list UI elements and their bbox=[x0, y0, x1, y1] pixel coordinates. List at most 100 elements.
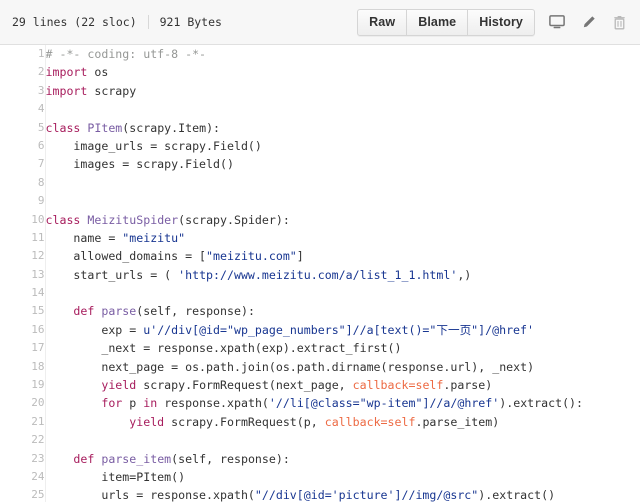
line-number[interactable]: 6 bbox=[0, 137, 45, 155]
code-token: scrapy.Spider bbox=[185, 213, 276, 227]
line-number[interactable]: 11 bbox=[0, 229, 45, 247]
code-token: "//div[@id='picture']//img/@src" bbox=[255, 488, 478, 502]
code-token: yield bbox=[101, 378, 136, 392]
line-number[interactable]: 12 bbox=[0, 247, 45, 265]
line-number[interactable]: 4 bbox=[0, 100, 45, 118]
meta-divider bbox=[148, 15, 149, 29]
code-token: next_page = os.path.join(os.path.dirname… bbox=[46, 360, 535, 374]
line-count-label: 29 lines (22 sloc) bbox=[12, 15, 137, 29]
icon-action-group bbox=[548, 13, 628, 31]
code-token: exp = bbox=[46, 323, 144, 337]
pencil-icon[interactable] bbox=[579, 13, 597, 31]
code-line: item=PItem() bbox=[46, 468, 640, 486]
line-number[interactable]: 10 bbox=[0, 211, 45, 229]
code-line: def parse(self, response): bbox=[46, 302, 640, 320]
code-line: images = scrapy.Field() bbox=[46, 155, 640, 173]
code-token: (self, response): bbox=[136, 304, 255, 318]
code-line: # -*- coding: utf-8 -*- bbox=[46, 45, 640, 63]
code-token: image_urls = scrapy.Field() bbox=[46, 139, 262, 153]
line-number[interactable]: 19 bbox=[0, 376, 45, 394]
code-line bbox=[46, 174, 640, 192]
code-line: class PItem(scrapy.Item): bbox=[46, 119, 640, 137]
code-line: image_urls = scrapy.Field() bbox=[46, 137, 640, 155]
code-token: name = bbox=[46, 231, 123, 245]
code-token: def bbox=[73, 452, 94, 466]
line-number[interactable]: 2 bbox=[0, 63, 45, 81]
code-token: ).extract(): bbox=[499, 396, 583, 410]
code-token: item=PItem() bbox=[46, 470, 186, 484]
code-line: allowed_domains = ["meizitu.com"] bbox=[46, 247, 640, 265]
code-token: scrapy bbox=[87, 84, 136, 98]
line-number[interactable]: 18 bbox=[0, 358, 45, 376]
code-token: "meizitu" bbox=[122, 231, 185, 245]
code-token: MeizituSpider bbox=[87, 213, 178, 227]
code-token: .parse) bbox=[443, 378, 492, 392]
file-header-bar: 29 lines (22 sloc) 921 Bytes Raw Blame H… bbox=[0, 0, 640, 45]
code-token: def bbox=[73, 304, 94, 318]
code-line bbox=[46, 100, 640, 118]
line-number[interactable]: 16 bbox=[0, 321, 45, 339]
line-number[interactable]: 1 bbox=[0, 45, 45, 63]
code-token: 'http://www.meizitu.com/a/list_1_1.html' bbox=[178, 268, 457, 282]
code-token bbox=[46, 304, 74, 318]
code-line: for p in response.xpath('//li[@class="wp… bbox=[46, 394, 640, 412]
line-number[interactable]: 22 bbox=[0, 431, 45, 449]
code-token: yield bbox=[129, 415, 164, 429]
header-actions: Raw Blame History bbox=[357, 9, 628, 36]
line-number[interactable]: 9 bbox=[0, 192, 45, 210]
code-token: ,) bbox=[457, 268, 471, 282]
trash-icon[interactable] bbox=[610, 13, 628, 31]
code-token: callback=self bbox=[353, 378, 444, 392]
code-content[interactable]: # -*- coding: utf-8 -*-import osimport s… bbox=[45, 45, 640, 502]
line-number[interactable]: 15 bbox=[0, 302, 45, 320]
code-token: import bbox=[46, 84, 88, 98]
code-token: scrapy.Item bbox=[129, 121, 206, 135]
code-token: p bbox=[122, 396, 143, 410]
code-token: "meizitu.com" bbox=[206, 249, 297, 263]
history-button[interactable]: History bbox=[467, 10, 534, 35]
line-number[interactable]: 8 bbox=[0, 174, 45, 192]
line-number[interactable]: 17 bbox=[0, 339, 45, 357]
code-blob[interactable]: 1234567891011121314151617181920212223242… bbox=[0, 45, 640, 502]
code-token: callback=self bbox=[325, 415, 416, 429]
code-line: next_page = os.path.join(os.path.dirname… bbox=[46, 358, 640, 376]
blame-button[interactable]: Blame bbox=[406, 10, 467, 35]
code-token: import bbox=[46, 65, 88, 79]
code-token: ): bbox=[206, 121, 220, 135]
code-token: in bbox=[143, 396, 157, 410]
file-meta: 29 lines (22 sloc) 921 Bytes bbox=[12, 15, 222, 29]
code-line: import scrapy bbox=[46, 82, 640, 100]
line-number[interactable]: 23 bbox=[0, 450, 45, 468]
file-size-label: 921 Bytes bbox=[160, 15, 222, 29]
line-number[interactable]: 21 bbox=[0, 413, 45, 431]
code-line: start_urls = ( 'http://www.meizitu.com/a… bbox=[46, 266, 640, 284]
code-token: # -*- coding: utf-8 -*- bbox=[46, 47, 207, 61]
line-number-gutter[interactable]: 1234567891011121314151617181920212223242… bbox=[0, 45, 45, 502]
code-line: yield scrapy.FormRequest(p, callback=sel… bbox=[46, 413, 640, 431]
line-number[interactable]: 25 bbox=[0, 486, 45, 502]
code-token: images = scrapy.Field() bbox=[46, 157, 234, 171]
code-token: ] bbox=[297, 249, 304, 263]
code-line: name = "meizitu" bbox=[46, 229, 640, 247]
raw-button[interactable]: Raw bbox=[358, 10, 406, 35]
code-token: class bbox=[46, 121, 81, 135]
code-token: PItem bbox=[87, 121, 122, 135]
line-number[interactable]: 14 bbox=[0, 284, 45, 302]
line-number[interactable]: 5 bbox=[0, 119, 45, 137]
code-token: for bbox=[101, 396, 122, 410]
code-line bbox=[46, 431, 640, 449]
line-number[interactable]: 7 bbox=[0, 155, 45, 173]
code-token bbox=[46, 378, 102, 392]
code-token bbox=[46, 415, 130, 429]
line-number[interactable]: 13 bbox=[0, 266, 45, 284]
code-line: _next = response.xpath(exp).extract_firs… bbox=[46, 339, 640, 357]
line-number[interactable]: 3 bbox=[0, 82, 45, 100]
code-token: (self, response): bbox=[171, 452, 290, 466]
code-token: '//li[@class="wp-item"]//a/@href' bbox=[269, 396, 499, 410]
code-line: yield scrapy.FormRequest(next_page, call… bbox=[46, 376, 640, 394]
desktop-icon[interactable] bbox=[548, 13, 566, 31]
code-token: parse bbox=[101, 304, 136, 318]
line-number[interactable]: 20 bbox=[0, 394, 45, 412]
line-number[interactable]: 24 bbox=[0, 468, 45, 486]
code-line: def parse_item(self, response): bbox=[46, 450, 640, 468]
